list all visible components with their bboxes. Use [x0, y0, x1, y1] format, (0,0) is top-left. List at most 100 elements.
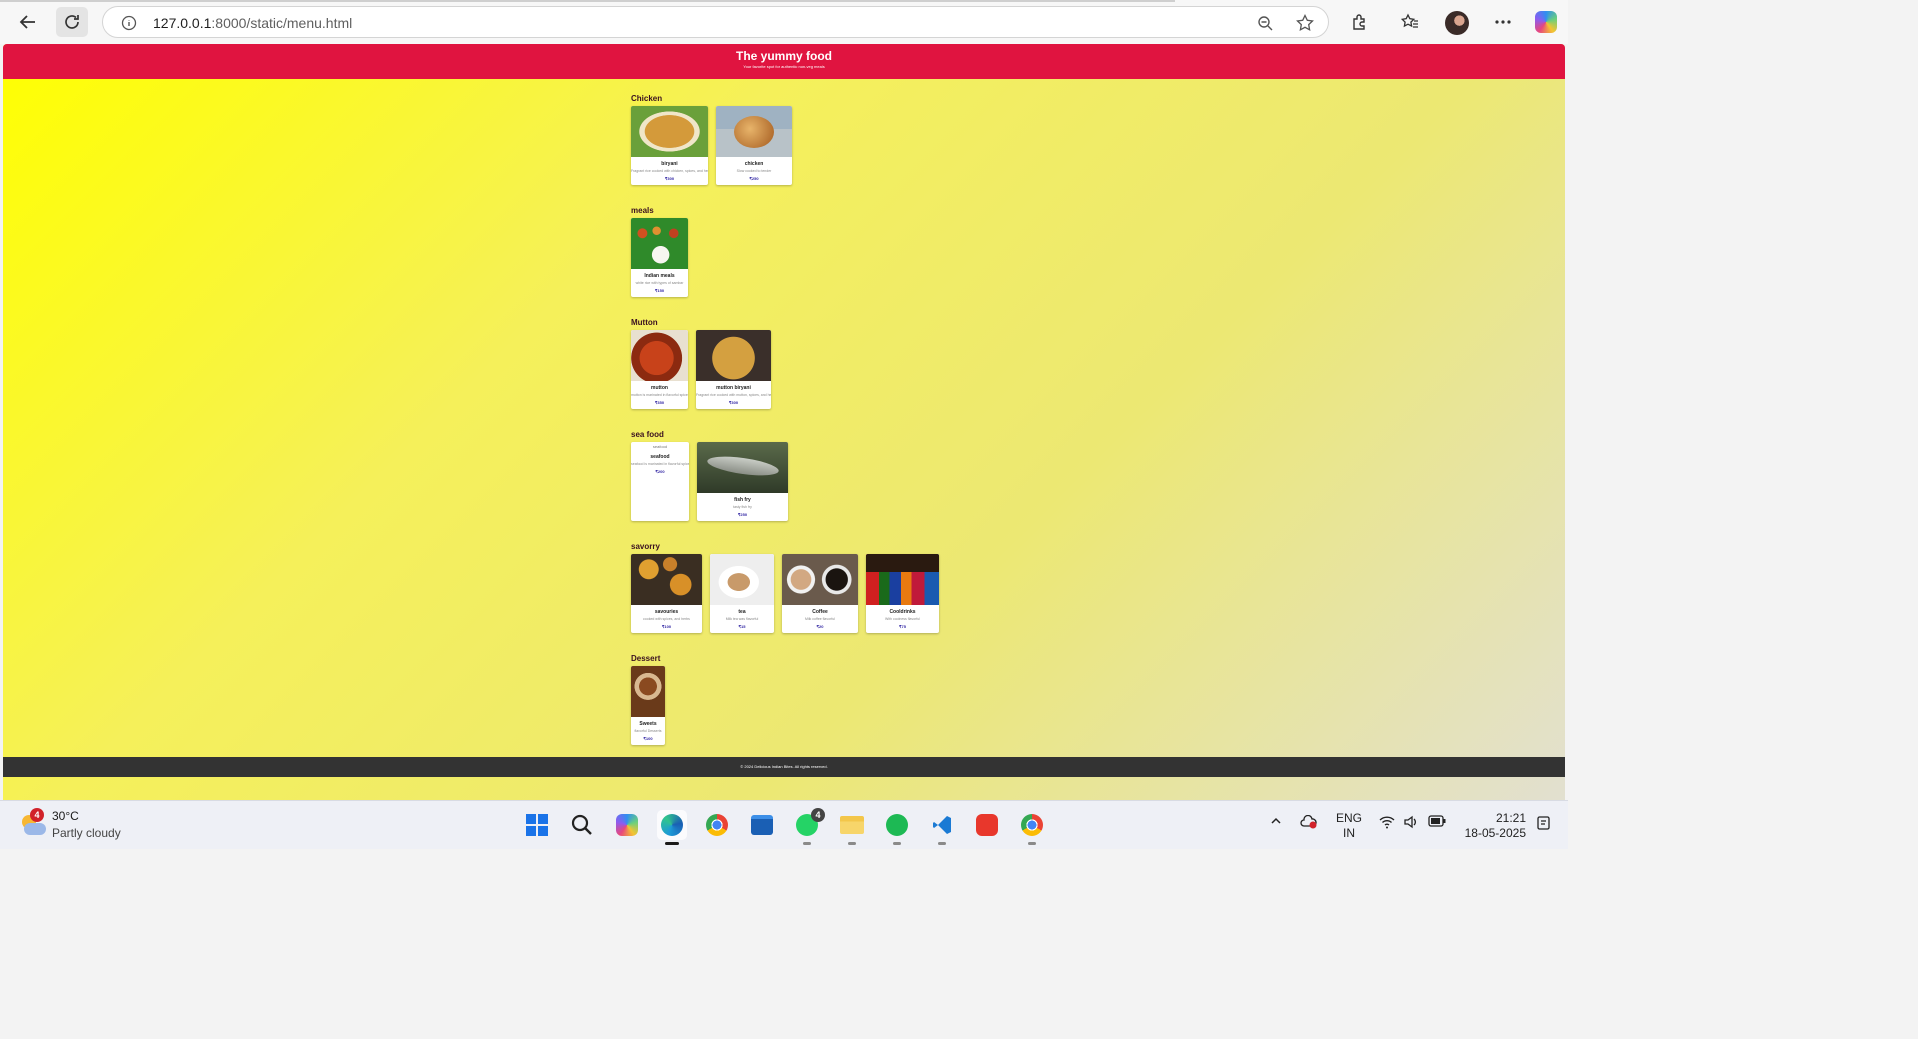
fish-image [697, 442, 788, 493]
broken-image: seafood [631, 442, 689, 450]
menu-card-savouries[interactable]: savouries cooked with spices, and herbs … [631, 554, 702, 633]
region-code: IN [1343, 826, 1355, 840]
item-name: savouries [654, 609, 679, 615]
more-options-icon[interactable] [1491, 10, 1515, 34]
refresh-button[interactable] [56, 7, 88, 37]
search-icon [571, 814, 592, 835]
address-bar[interactable]: 127.0.0.1:8000/static/menu.html [102, 6, 1329, 38]
taskbar: 4 30°C Partly cloudy 4 ENG IN 21:21 18-0… [0, 800, 1568, 849]
menu-card-biryani[interactable]: biryani Fragrant rice cooked with chicke… [631, 106, 708, 185]
chrome-icon [706, 814, 728, 836]
menu-card-fish-fry[interactable]: fish fry tasty fish fry ₹250 [697, 442, 788, 521]
item-desc: tasty fish fry [733, 505, 752, 509]
refresh-icon [65, 15, 79, 29]
item-name: fish fry [734, 497, 751, 503]
item-name: Cooldrinks [889, 609, 916, 615]
site-header: The yummy food Your favorite spot for au… [3, 44, 1565, 79]
battery-icon[interactable] [1428, 815, 1446, 830]
menu-section-chicken: Chicken biryani Fragrant rice cooked wit… [631, 92, 1031, 204]
menu-section-meals: meals Indian meals white rice with types… [631, 204, 1031, 316]
extensions-icon[interactable] [1348, 10, 1372, 34]
weather-temperature[interactable]: 30°C [52, 809, 79, 823]
spotify-taskbar-app[interactable] [882, 810, 912, 845]
zoom-icon[interactable] [1255, 13, 1275, 33]
card-row: biryani Fragrant rice cooked with chicke… [631, 106, 1031, 185]
url-path: :8000/static/menu.html [211, 15, 353, 31]
menu-card-sweets[interactable]: Sweets flavorful Desserts ₹100 [631, 666, 665, 745]
wifi-icon[interactable] [1379, 815, 1395, 832]
back-button[interactable] [12, 7, 44, 37]
page-viewport: The yummy food Your favorite spot for au… [3, 44, 1565, 800]
whatsapp-taskbar-app[interactable]: 4 [792, 808, 825, 845]
item-price: ₹15 [738, 624, 746, 629]
language-code: ENG [1336, 811, 1363, 825]
menu-card-tea[interactable]: tea Milk tea was flavorful ₹15 [710, 554, 774, 633]
card-row: mutton mutton is marinated in flavorful … [631, 330, 1031, 409]
menu-card-mutton-biryani[interactable]: mutton biryani Fragrant rice cooked with… [696, 330, 771, 409]
menu-card-indian-meals[interactable]: Indian meals white rice with types of sa… [631, 218, 688, 297]
windows-logo-icon [526, 814, 548, 836]
chrome-profile-taskbar-app[interactable] [1017, 810, 1047, 845]
favorite-star-icon[interactable] [1295, 13, 1315, 33]
item-price: ₹300 [664, 176, 675, 181]
store-taskbar-app[interactable] [747, 810, 777, 840]
item-price: ₹200 [655, 469, 665, 474]
item-desc: Slow cooked to tender [736, 169, 772, 173]
menu-card-cooldrinks[interactable]: Cooldrinks With coolness flavorful ₹75 [866, 554, 939, 633]
menu-card-chicken[interactable]: chicken Slow cooked to tender ₹250 [716, 106, 792, 185]
copilot-icon[interactable] [1535, 11, 1557, 33]
item-name: Indian meals [644, 273, 675, 279]
item-price: ₹350 [654, 400, 665, 405]
item-desc: flavorful Desserts [634, 729, 662, 733]
input-language[interactable]: ENG IN [1336, 811, 1362, 841]
image-alt-text: seafood [652, 444, 668, 449]
volume-icon[interactable] [1403, 815, 1419, 832]
item-desc: white rice with types of sambar [635, 281, 684, 285]
meals-image [631, 218, 688, 269]
item-desc: With coolness flavorful [884, 617, 920, 621]
edge-taskbar-app[interactable] [657, 810, 687, 845]
item-desc: Milk tea was flavorful [725, 617, 759, 621]
weather-description[interactable]: Partly cloudy [52, 826, 121, 840]
wps-taskbar-app[interactable] [972, 810, 1002, 840]
start-button[interactable] [522, 810, 552, 840]
item-price: ₹75 [899, 624, 906, 629]
browser-toolbar: 127.0.0.1:8000/static/menu.html [0, 0, 1568, 44]
running-indicator [848, 842, 856, 845]
card-row: seafood seafood seafood is marinated in … [631, 442, 1031, 521]
url-host: 127.0.0.1 [153, 15, 212, 31]
search-button[interactable] [567, 810, 597, 840]
cloud-shape [24, 823, 46, 835]
cooldrinks-image [866, 554, 939, 605]
file-explorer-taskbar-app[interactable] [837, 810, 867, 845]
section-title: Mutton [631, 318, 658, 327]
menu-card-mutton[interactable]: mutton mutton is marinated in flavorful … [631, 330, 688, 409]
running-indicator [803, 842, 811, 845]
vscode-icon [933, 816, 951, 834]
onedrive-error-icon[interactable] [1300, 814, 1318, 832]
sweets-image [631, 666, 665, 717]
item-desc: seafood is marinated in flavorful spices [631, 462, 689, 466]
favorites-icon[interactable] [1398, 10, 1422, 34]
notifications-icon[interactable] [1536, 815, 1552, 834]
item-name: chicken [744, 161, 764, 167]
site-info-icon[interactable] [119, 13, 139, 33]
menu-card-coffee[interactable]: Coffee Milk coffee flavorful ₹20 [782, 554, 858, 633]
weather-icon[interactable]: 4 [18, 808, 46, 835]
profile-avatar[interactable] [1445, 11, 1469, 35]
item-name: tea [738, 609, 746, 615]
copilot-taskbar-app[interactable] [612, 810, 642, 840]
item-price: ₹100 [661, 624, 672, 629]
chrome-taskbar-app[interactable] [702, 810, 732, 840]
mutton-image [631, 330, 688, 381]
item-name: seafood [650, 454, 670, 460]
show-hidden-icons-chevron-icon[interactable] [1270, 815, 1282, 830]
url-text[interactable]: 127.0.0.1:8000/static/menu.html [153, 15, 352, 31]
vscode-taskbar-app[interactable] [927, 810, 957, 845]
coffee-image [782, 554, 858, 605]
section-title: Chicken [631, 94, 663, 103]
menu-card-seafood[interactable]: seafood seafood seafood is marinated in … [631, 442, 689, 521]
edge-icon [661, 814, 683, 836]
mutton-biryani-image [696, 330, 771, 381]
system-clock[interactable]: 21:21 18-05-2025 [1458, 811, 1526, 841]
